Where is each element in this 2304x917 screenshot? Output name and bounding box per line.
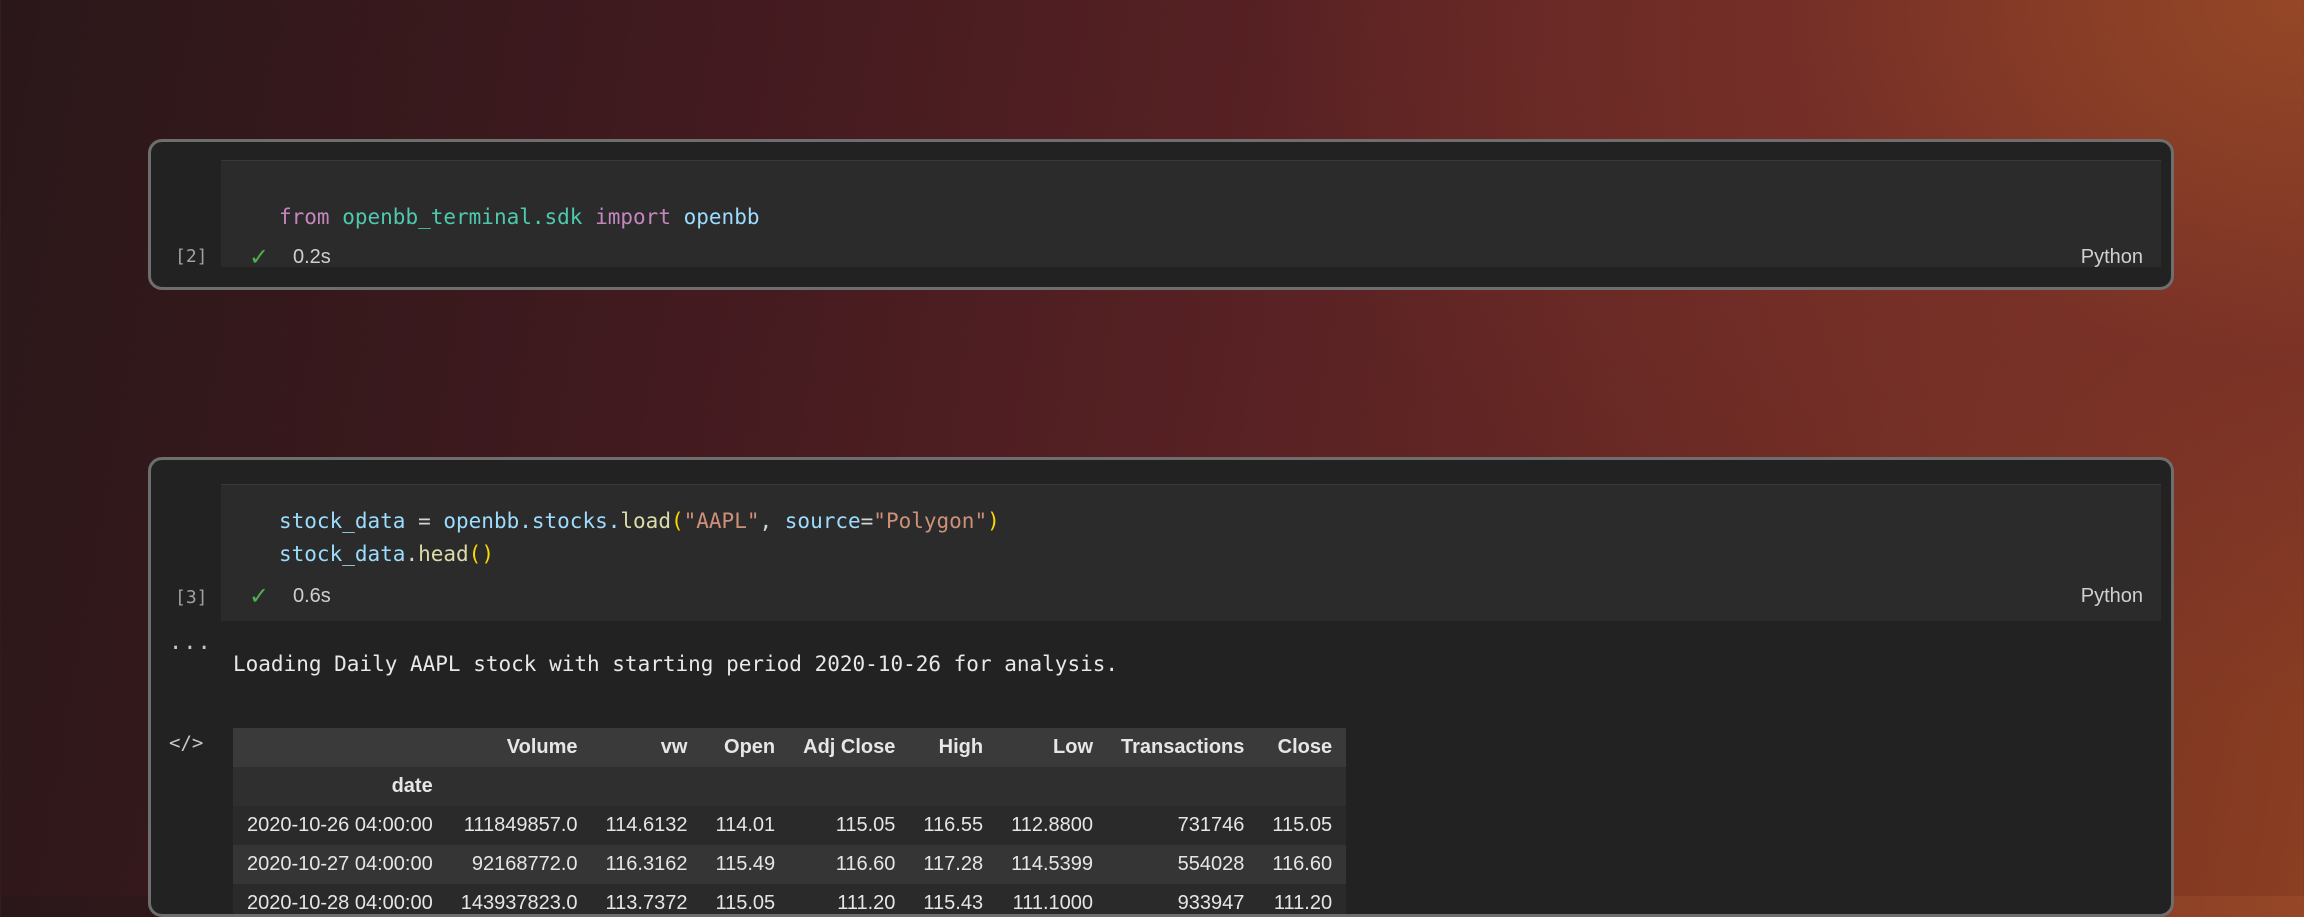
table-header-cell [233, 728, 447, 767]
table-header-cell: vw [591, 728, 702, 767]
table-cell: 2020-10-28 04:00:00 [233, 884, 447, 914]
output-stdout: Loading Daily AAPL stock with starting p… [233, 652, 1119, 676]
code-token: ( [670, 509, 684, 533]
table-header-cell: Transactions [1107, 728, 1259, 767]
code-token: openbb [683, 205, 760, 229]
execution-duration: 0.2s [293, 246, 331, 268]
table-cell: 111849857.0 [446, 806, 592, 845]
table-cell: 113.7372 [591, 884, 702, 914]
table-cell: 114.5399 [997, 845, 1108, 884]
table-cell: 114.01 [701, 806, 790, 845]
table-header-cell: Close [1258, 728, 1347, 767]
table-cell: 933947 [1107, 884, 1259, 914]
table-cell: 115.05 [1258, 806, 1347, 845]
code-token: stock_data [279, 509, 406, 533]
table-cell: 111.20 [1258, 884, 1347, 914]
notebook-cell-import[interactable]: from openbb_terminal.sdk import openbb ✓… [148, 139, 2174, 290]
table-cell: 554028 [1107, 845, 1259, 884]
table-header-cell: Volume [446, 728, 592, 767]
output-code-icon[interactable]: </> [169, 732, 203, 754]
table-index-name: date [233, 767, 447, 806]
output-menu-icon[interactable]: ... [169, 630, 212, 655]
execution-duration: 0.6s [293, 585, 331, 607]
table-header-cell: High [909, 728, 998, 767]
table-cell: 116.3162 [591, 845, 702, 884]
table-index-row: date [233, 767, 1347, 806]
table-cell: 117.28 [909, 845, 998, 884]
code-token: openbb_terminal.sdk [342, 205, 583, 229]
table-cell: 116.55 [909, 806, 998, 845]
table-cell: 116.60 [789, 845, 910, 884]
code-token: from [279, 205, 330, 229]
code-token: () [468, 542, 494, 566]
table-header-cell: Low [997, 728, 1108, 767]
success-check-icon: ✓ [249, 582, 270, 610]
language-selector[interactable]: Python [2081, 246, 2143, 269]
table-cell: 731746 [1107, 806, 1259, 845]
code-token: = [860, 509, 874, 533]
table-cell: 2020-10-27 04:00:00 [233, 845, 447, 884]
table-cell: 2020-10-26 04:00:00 [233, 806, 447, 845]
code-token: import [595, 205, 671, 229]
table-cell: 143937823.0 [446, 884, 592, 914]
table-cell: 114.6132 [591, 806, 702, 845]
code-token: source [784, 509, 861, 533]
execution-count: [3] [175, 587, 208, 608]
code-token: load [620, 509, 671, 533]
table-cell: 112.8800 [997, 806, 1108, 845]
code-token: ) [987, 509, 1000, 533]
table-header-cell: Adj Close [789, 728, 910, 767]
table-cell: 116.60 [1258, 845, 1347, 884]
code-token: . [405, 542, 419, 566]
success-check-icon: ✓ [249, 243, 270, 271]
table-cell: 115.05 [789, 806, 910, 845]
code-editor[interactable]: from openbb_terminal.sdk import openbb ✓… [221, 160, 2161, 271]
table-cell: 115.43 [909, 884, 998, 914]
table-cell: 115.49 [701, 845, 790, 884]
code-editor[interactable]: stock_data = openbb.stocks.load("AAPL", … [221, 484, 2161, 621]
table-cell: 111.20 [789, 884, 910, 914]
table-header-row: Volume vw Open Adj Close High Low Transa… [233, 728, 1347, 767]
table-row: 2020-10-28 04:00:00 143937823.0 113.7372… [233, 884, 1347, 914]
code-token: openbb.stocks. [443, 509, 621, 533]
table-cell: 111.1000 [997, 884, 1108, 914]
table-header-cell: Open [701, 728, 790, 767]
table-cell: 92168772.0 [446, 845, 592, 884]
language-selector[interactable]: Python [2081, 585, 2143, 608]
notebook-cell-load-data[interactable]: stock_data = openbb.stocks.load("AAPL", … [148, 457, 2174, 917]
code-line: from openbb_terminal.sdk import openbb [279, 205, 759, 229]
code-token: head [418, 542, 469, 566]
code-token: , [759, 509, 785, 533]
table-row: 2020-10-27 04:00:00 92168772.0 116.3162 … [233, 845, 1347, 884]
code-line: stock_data = openbb.stocks.load("AAPL", … [279, 509, 1000, 533]
dataframe-table: Volume vw Open Adj Close High Low Transa… [233, 728, 1347, 914]
table-cell: 115.05 [701, 884, 790, 914]
code-token: = [405, 509, 444, 533]
code-line: stock_data.head() [279, 542, 494, 566]
code-token: "AAPL" [683, 509, 760, 533]
execution-count: [2] [175, 246, 208, 267]
table-row: 2020-10-26 04:00:00 111849857.0 114.6132… [233, 806, 1347, 845]
code-token: "Polygon" [873, 509, 988, 533]
code-token: stock_data [279, 542, 406, 566]
